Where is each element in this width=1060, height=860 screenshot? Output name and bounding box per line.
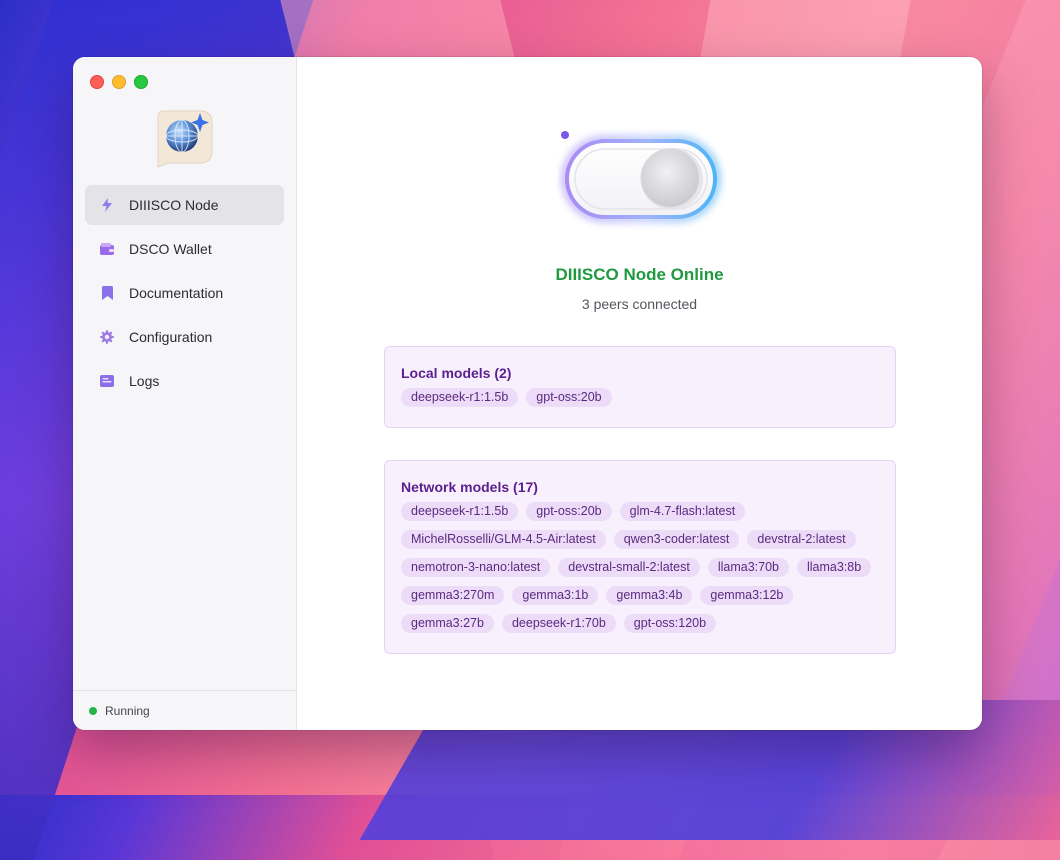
lightning-icon — [100, 198, 114, 212]
wallet-icon — [100, 242, 114, 256]
model-chip: gemma3:27b — [401, 614, 494, 633]
close-window-button[interactable] — [90, 75, 104, 89]
model-chip: devstral-small-2:latest — [558, 558, 700, 577]
app-logo-icon — [154, 107, 216, 169]
main-content: DIIISCO Node Online 3 peers connected Lo… — [297, 57, 982, 730]
app-window: DIIISCO Node DSCO Wallet Documentation C… — [73, 57, 982, 730]
local-models-title: Local models (2) — [401, 365, 512, 381]
local-models-card: Local models (2) deepseek-r1:1.5b gpt-oss… — [384, 346, 896, 428]
model-chip: nemotron-3-nano:latest — [401, 558, 551, 577]
sidebar-item-documentation[interactable]: Documentation — [85, 273, 284, 313]
status-text: Running — [105, 703, 150, 718]
model-chip: deepseek-r1:70b — [501, 614, 616, 633]
model-chip: qwen3-coder:latest — [613, 530, 740, 549]
sidebar-item-label: DIIISCO Node — [129, 197, 219, 213]
model-chip: llama3:70b — [707, 558, 789, 577]
sidebar-item-label: Documentation — [129, 285, 224, 301]
network-models-list: deepseek-r1:1.5b gpt-oss:20b glm-4.7-flash… — [401, 502, 879, 633]
sidebar-item-label: DSCO Wallet — [129, 241, 212, 257]
model-chip: gpt-oss:120b — [623, 614, 717, 633]
peers-count: 3 peers connected — [581, 296, 698, 312]
model-chip: gpt-oss:20b — [526, 502, 612, 521]
model-chip: devstral-2:latest — [747, 530, 856, 549]
node-status-title: DIIISCO Node Online — [555, 265, 724, 284]
model-chip: gemma3:270m — [401, 586, 505, 605]
model-chip: glm-4.7-flash:latest — [619, 502, 746, 521]
sidebar-item-wallet[interactable]: DSCO Wallet — [85, 229, 284, 269]
sidebar-item-configuration[interactable]: Configuration — [85, 317, 284, 357]
status-bar: Running — [73, 690, 296, 730]
minimize-window-button[interactable] — [112, 75, 126, 89]
node-toggle[interactable] — [557, 129, 727, 239]
model-chip: gpt-oss:20b — [526, 388, 612, 407]
model-chip: llama3:8b — [796, 558, 872, 577]
network-models-card: Network models (17) deepseek-r1:1.5b gpt-… — [384, 460, 896, 654]
sidebar: DIIISCO Node DSCO Wallet Documentation C… — [73, 57, 297, 730]
sidebar-item-node[interactable]: DIIISCO Node — [85, 185, 284, 225]
model-chip: gemma3:1b — [512, 586, 599, 605]
model-chip: deepseek-r1:1.5b — [401, 502, 519, 521]
sidebar-item-label: Configuration — [129, 329, 213, 345]
network-models-title: Network models (17) — [401, 479, 538, 495]
status-indicator-icon — [89, 706, 97, 715]
window-controls — [90, 75, 148, 89]
sidebar-item-label: Logs — [129, 373, 160, 389]
model-chip: gemma3:12b — [700, 586, 794, 605]
zoom-window-button[interactable] — [134, 75, 148, 89]
sidebar-nav: DIIISCO Node DSCO Wallet Documentation C… — [85, 185, 284, 405]
bookmark-icon — [100, 286, 114, 300]
model-chip: deepseek-r1:1.5b — [401, 388, 519, 407]
local-models-list: deepseek-r1:1.5b gpt-oss:20b — [401, 388, 879, 407]
logs-icon — [100, 374, 114, 388]
sidebar-item-logs[interactable]: Logs — [85, 361, 284, 401]
model-chip: gemma3:4b — [606, 586, 693, 605]
model-chip: MichelRosselli/GLM-4.5-Air:latest — [401, 530, 606, 549]
gear-icon — [100, 330, 114, 344]
